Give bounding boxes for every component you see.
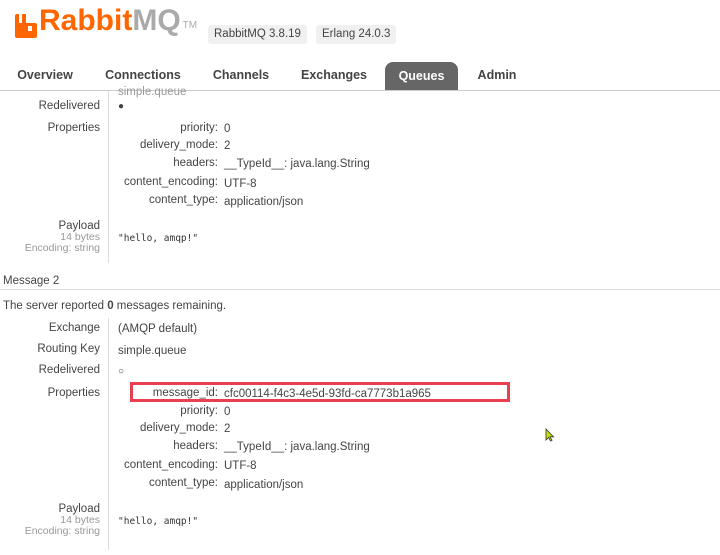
message-1-payload-encoding: Encoding: string xyxy=(24,242,100,254)
message-2-redelivered-label: Redelivered xyxy=(38,364,100,376)
property-key-message-id: message_id: xyxy=(152,387,218,399)
routing-key-label: Routing Key xyxy=(37,343,100,355)
message-1-payload-value: "hello, amqp!" xyxy=(118,233,199,244)
message-2-divider xyxy=(108,318,109,550)
property-value: __TypeId__: java.lang.String xyxy=(224,158,370,170)
message-2-redelivered-value: ○ xyxy=(118,366,125,377)
main-nav-tabs: Overview Connections Channels Exchanges … xyxy=(0,62,720,91)
property-key: content_type: xyxy=(148,477,218,489)
message-1-divider xyxy=(108,91,109,263)
property-key: delivery_mode: xyxy=(140,139,218,151)
message-1-properties-label: Properties xyxy=(47,122,100,134)
message-2-payload-value: "hello, amqp!" xyxy=(118,516,199,527)
property-key: delivery_mode: xyxy=(140,422,218,434)
tab-queues[interactable]: Queues xyxy=(385,62,458,90)
tab-connections[interactable]: Connections xyxy=(96,62,190,88)
property-key: content_encoding: xyxy=(124,459,218,471)
exchange-label: Exchange xyxy=(48,322,100,334)
message-1-redelivered-value: ● xyxy=(118,101,125,112)
erlang-version-badge: Erlang 24.0.3 xyxy=(316,25,397,44)
property-key: content_encoding: xyxy=(124,176,218,188)
rabbitmq-logo-text: RabbitMQ TM xyxy=(39,4,198,37)
property-value-message-id: cfc00114-f4c3-4e5d-93fd-ca7773b1a965 xyxy=(224,388,431,400)
property-value: 2 xyxy=(224,423,231,435)
property-key: priority: xyxy=(180,405,218,417)
property-value: application/json xyxy=(224,479,304,491)
tab-exchanges[interactable]: Exchanges xyxy=(292,62,376,88)
message-2-title-rule xyxy=(0,289,720,290)
property-value: 0 xyxy=(224,123,231,135)
tab-channels[interactable]: Channels xyxy=(202,62,280,88)
property-value: __TypeId__: java.lang.String xyxy=(224,441,370,453)
routing-key-value: simple.queue xyxy=(118,345,187,357)
property-value: application/json xyxy=(224,196,304,208)
property-value: 2 xyxy=(224,140,231,152)
server-report-text: The server reported 0 messages remaining… xyxy=(3,300,227,312)
tab-admin[interactable]: Admin xyxy=(468,62,526,88)
property-key: headers: xyxy=(173,157,218,169)
message-1-redelivered-label: Redelivered xyxy=(38,100,100,112)
property-key: headers: xyxy=(173,440,218,452)
property-value: 0 xyxy=(224,406,231,418)
rabbitmq-logo-icon xyxy=(15,14,37,38)
rabbitmq-version-badge: RabbitMQ 3.8.19 xyxy=(208,25,307,44)
message-2-title: Message 2 xyxy=(3,275,60,287)
message-1-cut-value: simple.queue xyxy=(118,86,187,98)
tab-overview[interactable]: Overview xyxy=(4,62,86,88)
message-2-payload-encoding: Encoding: string xyxy=(24,525,100,537)
exchange-value: (AMQP default) xyxy=(118,323,198,335)
message-2-properties-label: Properties xyxy=(47,387,100,399)
property-key: priority: xyxy=(180,122,218,134)
mouse-cursor-icon xyxy=(545,428,555,442)
property-key: content_type: xyxy=(148,194,218,206)
property-value: UTF-8 xyxy=(224,178,257,190)
property-value: UTF-8 xyxy=(224,460,257,472)
